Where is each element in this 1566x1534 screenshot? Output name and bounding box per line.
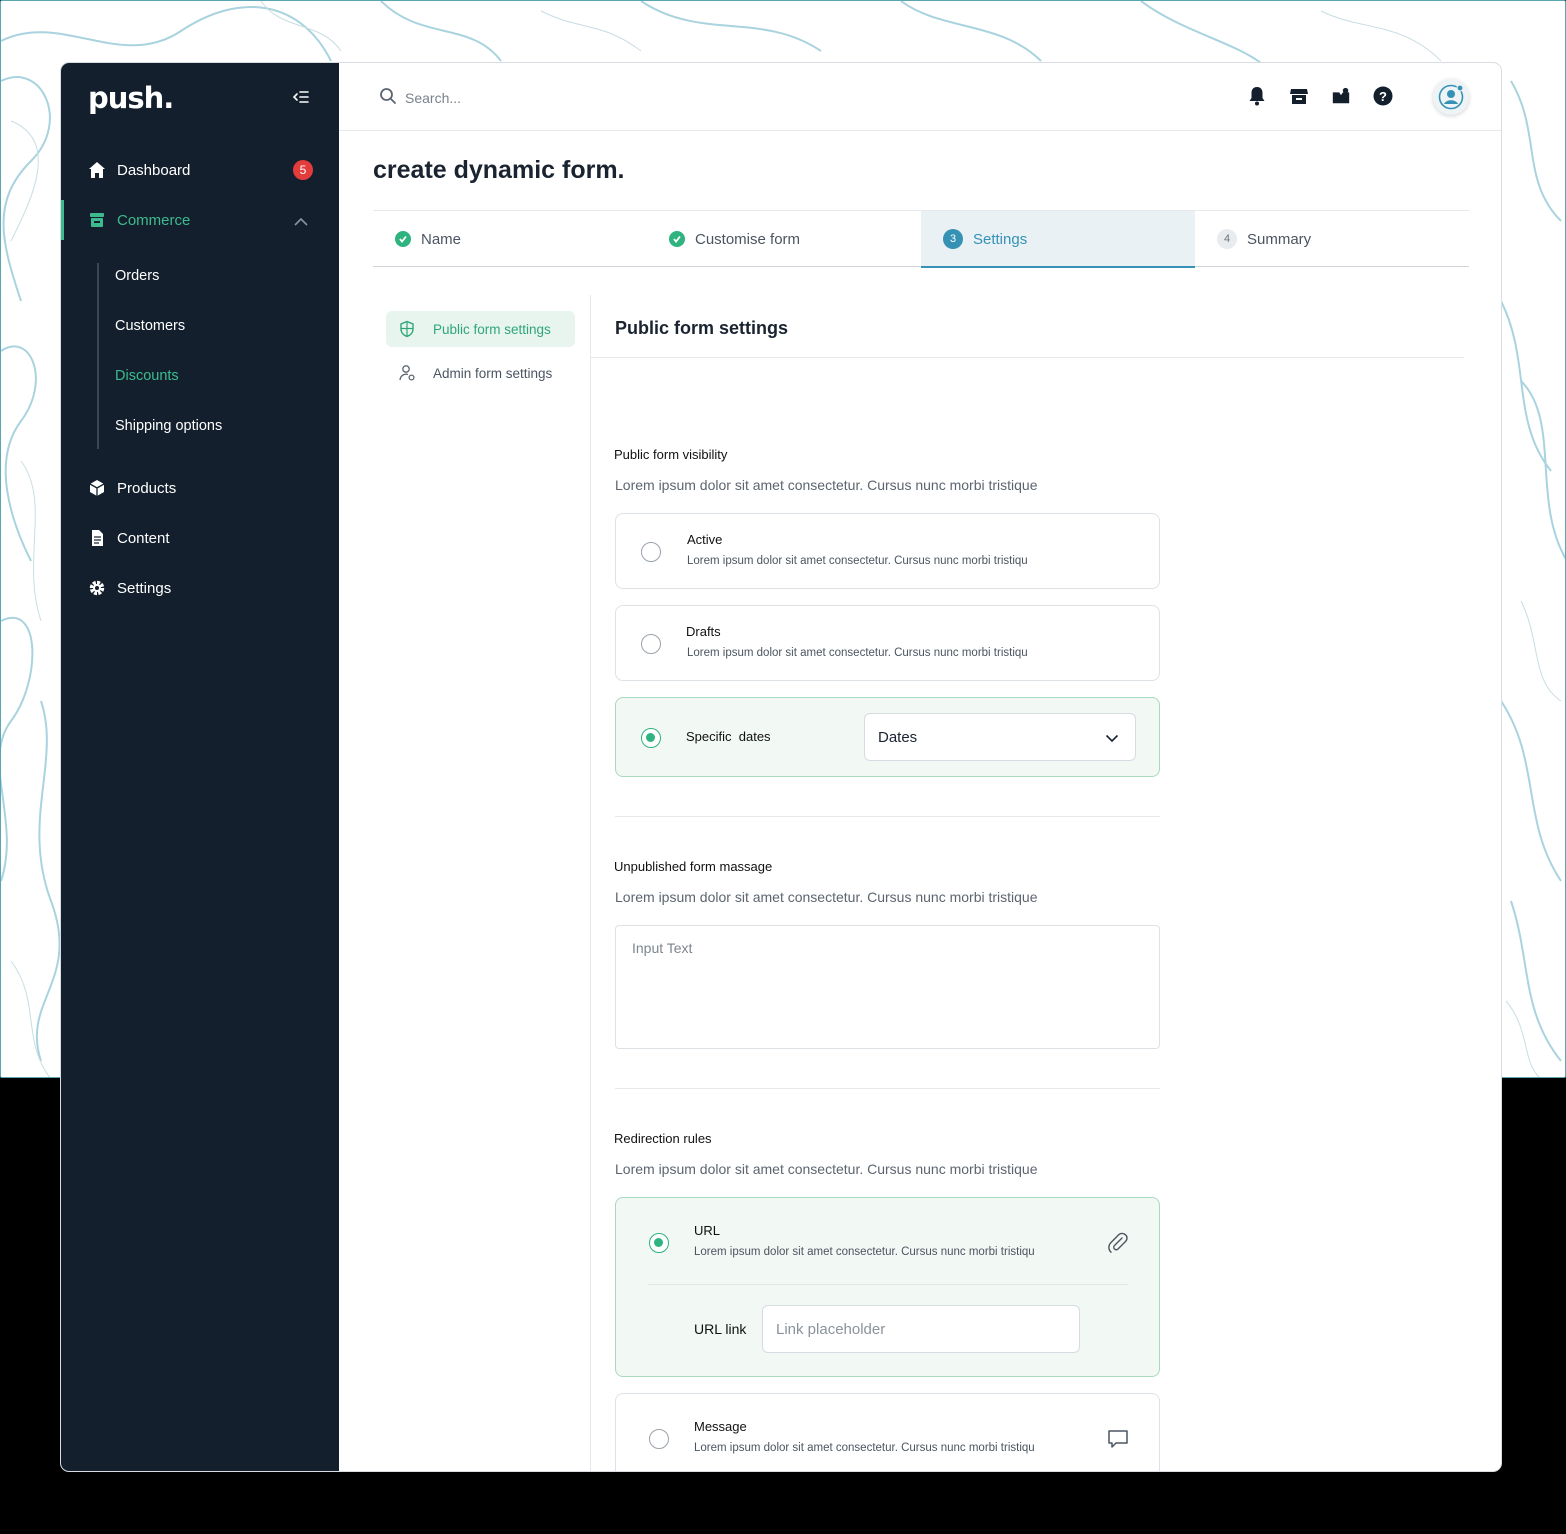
sidebar-item-label: Products bbox=[117, 479, 177, 497]
check-circle-icon bbox=[669, 231, 685, 247]
option-desc: Lorem ipsum dolor sit amet consectetur. … bbox=[694, 1442, 1035, 1454]
radio-message[interactable] bbox=[649, 1429, 669, 1449]
url-link-input[interactable] bbox=[762, 1305, 1080, 1353]
option-desc: Lorem ipsum dolor sit amet consectetur. … bbox=[687, 647, 1028, 659]
step-summary[interactable]: 4 Summary bbox=[1195, 211, 1469, 267]
user-icon bbox=[1438, 84, 1464, 110]
step-number: 3 bbox=[943, 229, 963, 249]
search-bar[interactable] bbox=[379, 87, 705, 108]
vertical-divider bbox=[590, 295, 591, 1471]
sidebar-subitem-customers[interactable]: Customers bbox=[115, 311, 185, 341]
subnav-label: Admin form settings bbox=[433, 365, 553, 381]
check-circle-icon bbox=[395, 231, 411, 247]
sidebar: push. Dashboard 5 Commerce Orders Custom… bbox=[61, 63, 339, 1471]
option-title: Drafts bbox=[686, 624, 721, 639]
topbar-actions: ? bbox=[1247, 85, 1393, 107]
option-specific-dates[interactable]: Specific dates Dates bbox=[615, 697, 1160, 777]
step-number: 4 bbox=[1217, 229, 1237, 249]
option-desc: Lorem ipsum dolor sit amet consectetur. … bbox=[694, 1246, 1035, 1258]
sidebar-item-dashboard[interactable]: Dashboard 5 bbox=[61, 150, 339, 190]
option-message[interactable]: Message Lorem ipsum dolor sit amet conse… bbox=[615, 1393, 1160, 1471]
divider bbox=[615, 1088, 1160, 1089]
sidebar-item-products[interactable]: Products bbox=[61, 468, 339, 508]
sidebar-item-content[interactable]: Content bbox=[61, 518, 339, 558]
user-gear-icon bbox=[398, 364, 416, 382]
sidebar-item-label: Settings bbox=[117, 579, 172, 597]
step-name[interactable]: Name bbox=[373, 211, 647, 267]
option-title: Active bbox=[687, 532, 723, 547]
divider bbox=[648, 1284, 1128, 1285]
sidebar-item-label: Content bbox=[117, 529, 170, 547]
settings-subnav: Public form settings Admin form settings bbox=[386, 311, 575, 399]
redirection-label: Redirection rules bbox=[614, 1131, 712, 1146]
subnav-label: Public form settings bbox=[433, 321, 551, 337]
brand-logo[interactable]: push. bbox=[88, 81, 174, 115]
sidebar-item-commerce[interactable]: Commerce bbox=[61, 200, 339, 240]
redirection-desc: Lorem ipsum dolor sit amet consectetur. … bbox=[615, 1161, 1038, 1177]
paperclip-icon bbox=[1107, 1232, 1129, 1254]
radio-active[interactable] bbox=[641, 542, 661, 562]
gear-icon bbox=[88, 579, 106, 597]
step-settings[interactable]: 3 Settings bbox=[921, 211, 1195, 268]
subnav-public-form-settings[interactable]: Public form settings bbox=[386, 311, 575, 347]
svg-text:?: ? bbox=[1379, 89, 1387, 104]
document-icon bbox=[88, 529, 106, 547]
app-window: push. Dashboard 5 Commerce Orders Custom… bbox=[61, 63, 1501, 1471]
page-title: create dynamic form. bbox=[373, 156, 625, 184]
select-value: Dates bbox=[878, 728, 918, 746]
sidebar-item-settings[interactable]: Settings bbox=[61, 568, 339, 608]
option-url[interactable]: URL Lorem ipsum dolor sit amet consectet… bbox=[615, 1197, 1160, 1377]
section-title: Public form settings bbox=[615, 318, 789, 338]
help-icon[interactable]: ? bbox=[1373, 85, 1393, 107]
box-icon bbox=[88, 479, 106, 497]
visibility-label: Public form visibility bbox=[614, 447, 728, 462]
unpublished-desc: Lorem ipsum dolor sit amet consectetur. … bbox=[615, 889, 1038, 905]
user-avatar[interactable] bbox=[1433, 79, 1469, 115]
url-link-label: URL link bbox=[694, 1321, 747, 1337]
option-drafts[interactable]: Drafts Lorem ipsum dolor sit amet consec… bbox=[615, 605, 1160, 681]
divider bbox=[615, 816, 1160, 817]
step-label: Customise form bbox=[695, 230, 801, 248]
sidebar-subitem-shipping-options[interactable]: Shipping options bbox=[115, 411, 222, 441]
option-title: Specific dates bbox=[686, 729, 771, 744]
step-label: Summary bbox=[1247, 230, 1312, 248]
option-title: URL bbox=[694, 1223, 721, 1238]
sidebar-subitem-discounts[interactable]: Discounts bbox=[115, 361, 179, 391]
step-customise-form[interactable]: Customise form bbox=[647, 211, 921, 267]
option-active[interactable]: Active Lorem ipsum dolor sit amet consec… bbox=[615, 513, 1160, 589]
stepper: Name Customise form 3 Settings 4 Summary bbox=[373, 210, 1469, 268]
shield-icon bbox=[398, 320, 416, 338]
step-label: Name bbox=[421, 230, 462, 248]
subnav-line bbox=[97, 263, 99, 449]
dates-select[interactable]: Dates bbox=[864, 713, 1136, 761]
chat-bubble-icon bbox=[1107, 1428, 1129, 1450]
sidebar-item-label: Commerce bbox=[117, 211, 191, 229]
unpublished-label: Unpublished form massage bbox=[614, 859, 773, 874]
collapse-sidebar-icon[interactable] bbox=[291, 87, 313, 107]
home-icon bbox=[88, 161, 106, 179]
search-icon bbox=[379, 87, 397, 108]
chevron-up-icon bbox=[293, 214, 309, 231]
search-input[interactable] bbox=[405, 89, 705, 106]
sidebar-item-label: Dashboard bbox=[117, 161, 191, 179]
radio-url[interactable] bbox=[649, 1233, 669, 1253]
bell-icon[interactable] bbox=[1247, 85, 1267, 107]
option-desc: Lorem ipsum dolor sit amet consectetur. … bbox=[687, 555, 1028, 567]
subnav-admin-form-settings[interactable]: Admin form settings bbox=[386, 355, 575, 391]
radio-drafts[interactable] bbox=[641, 634, 661, 654]
divider bbox=[591, 357, 1464, 358]
store-icon[interactable] bbox=[1289, 85, 1309, 107]
step-label: Settings bbox=[973, 230, 1028, 248]
notification-badge: 5 bbox=[293, 160, 313, 180]
visibility-desc: Lorem ipsum dolor sit amet consectetur. … bbox=[615, 477, 1038, 493]
radio-specific-dates[interactable] bbox=[641, 728, 661, 748]
option-title: Message bbox=[694, 1419, 747, 1434]
sidebar-subitem-orders[interactable]: Orders bbox=[115, 261, 159, 291]
inbox-icon[interactable] bbox=[1331, 85, 1351, 107]
unpublished-message-textarea[interactable] bbox=[615, 925, 1160, 1049]
topbar: ? bbox=[339, 63, 1501, 131]
store-icon bbox=[88, 211, 106, 229]
chevron-down-icon bbox=[1105, 730, 1119, 747]
